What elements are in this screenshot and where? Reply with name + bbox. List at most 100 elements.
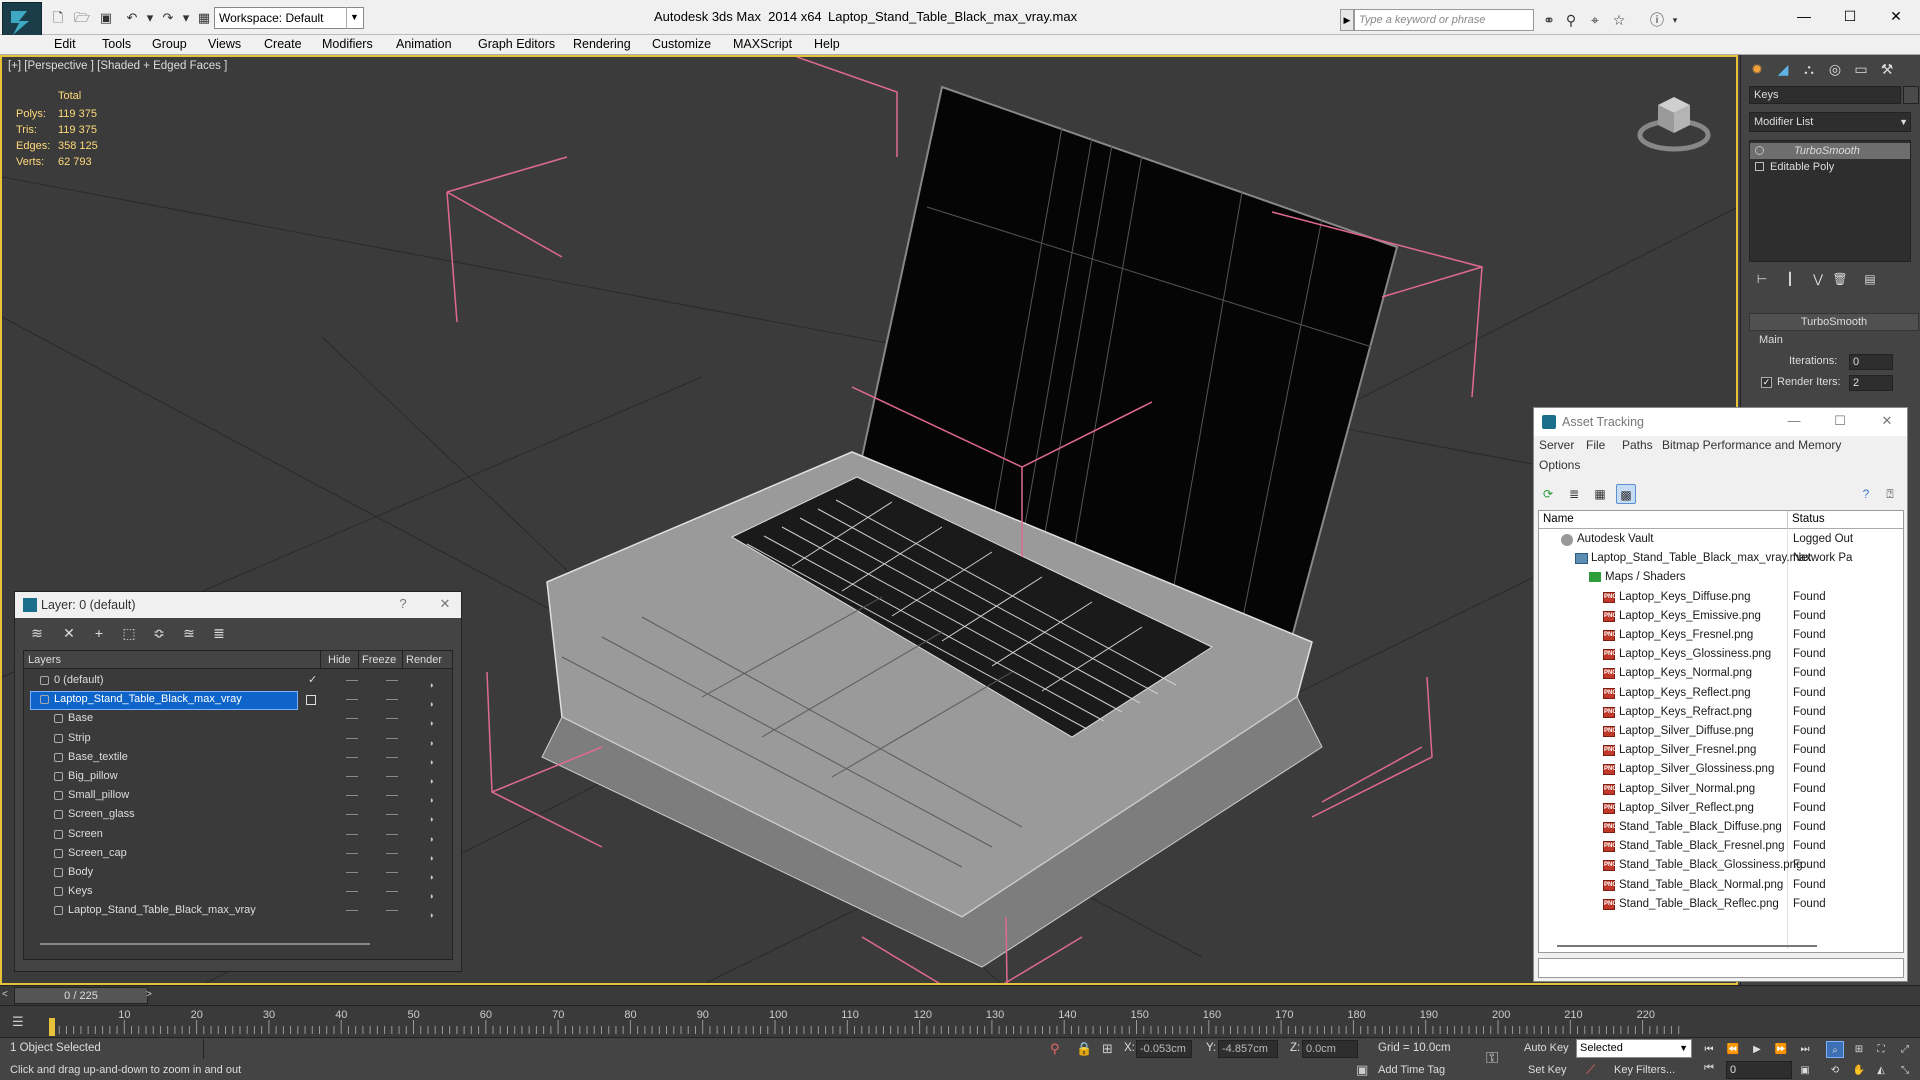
horizontal-scrollbar[interactable] [40,943,370,945]
table-row[interactable]: PNG Stand_Table_Black_Reflec.png Found [1539,895,1903,914]
horizontal-scrollbar[interactable] [1557,945,1817,947]
communication-icon[interactable]: ⌖ [1586,11,1604,29]
layer-row[interactable]: Screen_cap ◗ [24,844,452,863]
layer-row[interactable]: Keys ◗ [24,882,452,901]
layer-row[interactable]: 0 (default) ✓ ◗ [24,671,452,690]
menu-tools[interactable]: Tools [102,37,131,51]
close-button[interactable]: ✕ [435,596,455,612]
open-file-icon[interactable]: 🗁 [72,9,92,27]
layer-row[interactable]: Body ◗ [24,863,452,882]
zoom-extents-icon[interactable]: ⛶ [1872,1041,1890,1058]
hide-toggle[interactable] [346,699,358,701]
table-row[interactable]: PNG Stand_Table_Black_Fresnel.png Found [1539,837,1903,856]
set-key-button[interactable]: Set Key [1528,1064,1567,1076]
utilities-tab-icon[interactable]: ⚒ [1875,58,1899,80]
menu-animation[interactable]: Animation [396,37,452,51]
make-unique-icon[interactable]: ⋁ [1809,270,1827,288]
table-row[interactable]: PNG Laptop_Keys_Reflect.png Found [1539,684,1903,703]
layer-row[interactable]: Strip ◗ [24,729,452,748]
motion-tab-icon[interactable]: ◎ [1823,58,1847,80]
render-iters-checkbox[interactable]: ✓ [1761,377,1772,388]
create-tab-icon[interactable]: ✹ [1745,58,1769,80]
layer-row[interactable]: Screen_glass ◗ [24,805,452,824]
favorites-star-icon[interactable]: ☆ [1610,11,1628,29]
pin-stack-icon[interactable]: ⊢ [1753,270,1771,288]
layer-row[interactable]: Base_textile ◗ [24,748,452,767]
close-button[interactable]: ✕ [1876,6,1916,26]
project-folder-icon[interactable]: ▦ [194,9,214,27]
column-name-header[interactable]: Name [1543,513,1574,525]
next-key-icon[interactable]: ⏩ [1772,1041,1790,1058]
render-teapot-icon[interactable]: ◗ [429,906,434,925]
create-layer-icon[interactable]: + [89,624,109,642]
current-frame-field[interactable]: 0 [1726,1061,1792,1079]
hide-toggle[interactable] [346,833,358,835]
freeze-toggle[interactable] [386,891,398,893]
viewport-label[interactable]: [+] [Perspective ] [Shaded + Edged Faces… [8,60,227,72]
freeze-toggle[interactable] [386,699,398,701]
key-selection-dropdown[interactable]: Selected ▼ [1576,1039,1692,1058]
hierarchy-tab-icon[interactable]: ⛬ [1797,58,1821,80]
set-current-layer-checkbox[interactable] [306,695,316,706]
table-row[interactable]: PNG Laptop_Keys_Glossiness.png Found [1539,645,1903,664]
highlight-layer-icon[interactable]: ≎ [149,624,169,642]
min-max-toggle-icon[interactable]: ⤡ [1896,1062,1914,1079]
hide-toggle[interactable] [346,776,358,777]
menu-server[interactable]: Server [1539,438,1574,452]
close-button[interactable]: ✕ [1877,413,1897,429]
menu-rendering[interactable]: Rendering [573,37,631,51]
viewcube-icon[interactable] [1634,87,1714,157]
auto-key-button[interactable]: Auto Key [1524,1042,1569,1054]
menu-group[interactable]: Group [152,37,187,51]
freeze-toggle[interactable] [386,872,398,873]
time-slider[interactable]: < 0 / 225 > [0,985,1920,1005]
freeze-all-icon[interactable]: ≣ [209,624,229,642]
show-end-result-icon[interactable]: ┃ [1781,270,1799,288]
layer-row[interactable]: Screen ◗ [24,825,452,844]
go-to-start-icon[interactable]: ⏮ [1704,1062,1714,1075]
column-divider[interactable] [358,651,359,669]
table-row[interactable]: PNG Laptop_Silver_Reflect.png Found [1539,799,1903,818]
remove-modifier-icon[interactable]: 🗑 [1831,270,1849,288]
undo-dropdown-icon[interactable]: ▾ [140,9,160,27]
layer-title-bar[interactable]: Layer: 0 (default) ? ✕ [15,592,461,618]
time-slider-handle[interactable]: 0 / 225 [14,987,148,1004]
isolate-selection-icon[interactable]: ⚲ [1050,1041,1060,1057]
menu-customize[interactable]: Customize [652,37,711,51]
stack-item-editable-poly[interactable]: Editable Poly [1750,159,1910,175]
modify-tab-icon[interactable]: ◢ [1771,58,1795,80]
freeze-toggle[interactable] [386,852,398,854]
x-coordinate-field[interactable]: -0.053cm [1136,1040,1192,1058]
help-icon[interactable]: ? [1856,484,1876,504]
hide-toggle[interactable] [346,737,358,739]
layer-row[interactable]: Base ◗ [24,709,452,728]
table-row[interactable]: PNG Laptop_Silver_Normal.png Found [1539,780,1903,799]
table-row[interactable]: PNG Laptop_Keys_Emissive.png Found [1539,607,1903,626]
freeze-toggle[interactable] [386,910,398,912]
play-icon[interactable]: ▶ [1748,1041,1766,1058]
table-row[interactable]: PNG Stand_Table_Black_Glossiness.png Found [1539,856,1903,875]
column-layers-header[interactable]: Layers [28,651,61,669]
binoculars-icon[interactable]: ⚭ [1540,11,1558,29]
set-key-icon[interactable]: ⟋ [1586,1062,1595,1078]
freeze-toggle[interactable] [386,737,398,739]
key-filters-button[interactable]: Key Filters... [1614,1064,1675,1076]
y-coordinate-field[interactable]: -4.857cm [1218,1040,1278,1058]
layer-row[interactable]: Laptop_Stand_Table_Black_max_vray ◗ [24,901,452,920]
new-file-icon[interactable]: 🗋 [48,9,68,27]
refresh-icon[interactable]: ⟳ [1538,484,1558,504]
help-button[interactable]: ? [393,596,413,611]
menu-create[interactable]: Create [264,37,302,51]
table-row[interactable]: PNG Laptop_Keys_Diffuse.png Found [1539,588,1903,607]
pan-hand-icon[interactable]: ✋ [1850,1062,1868,1079]
list-view-icon[interactable]: ≣ [1564,484,1584,504]
menu-modifiers[interactable]: Modifiers [322,37,373,51]
delete-layer-icon[interactable]: ✕ [59,624,79,642]
asset-path-field[interactable] [1538,958,1904,978]
asset-tracking-title-bar[interactable]: Asset Tracking — ☐ ✕ [1534,408,1907,436]
layers-icon[interactable]: ≋ [27,624,47,642]
freeze-toggle[interactable] [386,795,398,797]
search-expand-icon[interactable]: ▶ [1340,9,1354,31]
menu-graph-editors[interactable]: Graph Editors [478,37,555,51]
column-divider[interactable] [1787,511,1788,529]
